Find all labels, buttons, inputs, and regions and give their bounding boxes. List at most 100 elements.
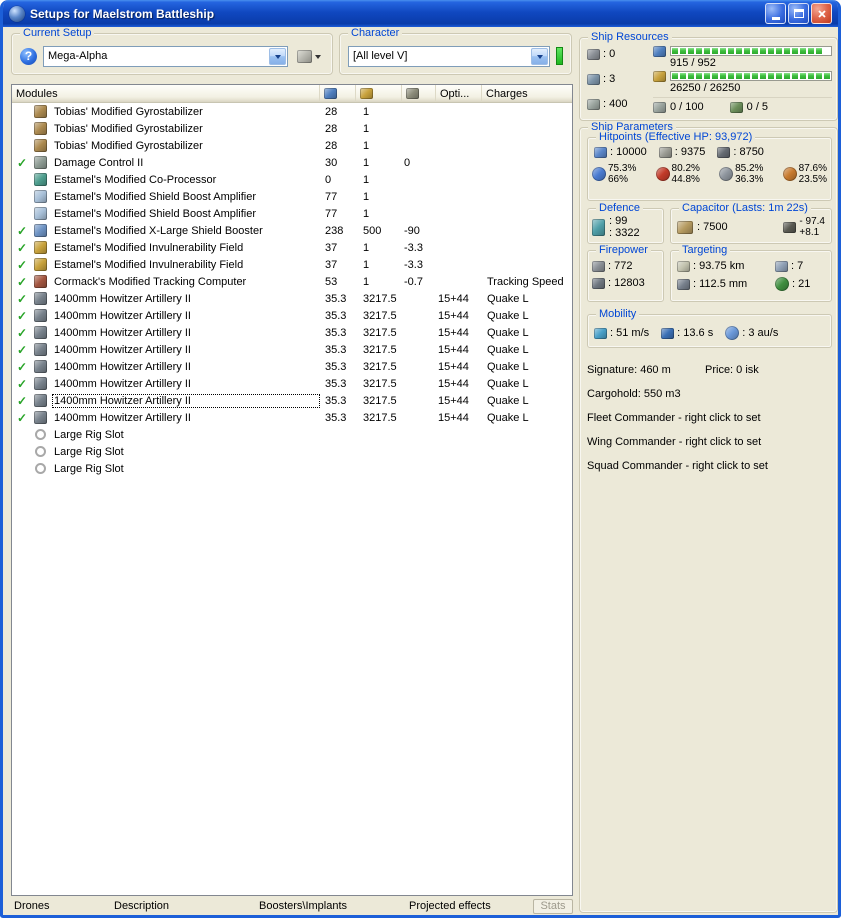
em-resist-group: 75.3% 66%: [592, 163, 636, 185]
charges-value: Quake L: [487, 360, 529, 373]
table-row[interactable]: Estamel's Modified Shield Boost Amplifie…: [12, 188, 572, 205]
table-row[interactable]: 1400mm Howitzer Artillery II 35.3 3217.5 15…: [12, 324, 572, 341]
module-name: Estamel's Modified Shield Boost Amplifie…: [54, 190, 257, 203]
tab-boosters-implants[interactable]: Boosters\Implants: [256, 900, 406, 912]
cpu-value: 0: [325, 173, 332, 186]
squad-commander-text[interactable]: Squad Commander - right click to set: [587, 454, 833, 478]
module-name: Estamel's Modified Invulnerability Field: [54, 241, 244, 254]
table-row[interactable]: Estamel's Modified Shield Boost Amplifie…: [12, 205, 572, 222]
maximize-button[interactable]: [788, 3, 809, 24]
help-icon[interactable]: [20, 47, 37, 65]
optimal-column-header[interactable]: Opti...: [436, 85, 482, 102]
kinetic-shield-resist: 85.2%: [735, 163, 764, 174]
table-row[interactable]: 1400mm Howitzer Artillery II 35.3 3217.5 15…: [12, 358, 572, 375]
table-row[interactable]: 1400mm Howitzer Artillery II 35.3 3217.5 15…: [12, 290, 572, 307]
pg-value: 1: [363, 105, 370, 118]
capacitor-delta-icon: [783, 221, 797, 233]
table-row[interactable]: Damage Control II 30 1 0: [12, 154, 572, 171]
table-row[interactable]: 1400mm Howitzer Artillery II 35.3 3217.5 15…: [12, 307, 572, 324]
artillery-icon: [34, 360, 47, 373]
fleet-commander-text[interactable]: Fleet Commander - right click to set: [587, 406, 833, 430]
setup-tools-button[interactable]: [294, 48, 324, 65]
pg-value: 1: [363, 156, 370, 169]
minimize-button[interactable]: [765, 3, 786, 24]
setup-combobox[interactable]: Mega-Alpha: [43, 45, 288, 67]
capacitor-column-header[interactable]: [402, 85, 436, 102]
character-label: Character: [348, 27, 403, 39]
tab-drones[interactable]: Drones: [11, 900, 111, 912]
active-check-icon: [12, 156, 32, 170]
table-row[interactable]: Large Rig Slot: [12, 443, 572, 460]
pg-value: 1: [363, 139, 370, 152]
calibration-usage-icon: [653, 101, 666, 113]
powergrid-bar-col: 26250 / 26250: [670, 71, 832, 96]
table-row[interactable]: Large Rig Slot: [12, 426, 572, 443]
cpu-value: 35.3: [325, 394, 347, 407]
targeting-group: Targeting 93.75 km 7 112.5 mm 21: [670, 244, 832, 302]
modules-column-header[interactable]: Modules: [12, 85, 320, 102]
module-name: Estamel's Modified Shield Boost Amplifie…: [54, 207, 257, 220]
capacitor-label: Capacitor (Lasts: 1m 22s): [679, 202, 811, 214]
opti-value: 15+44: [438, 309, 469, 322]
cpu-bar-col: 915 / 952: [670, 46, 832, 71]
max-targets-icon: [775, 260, 788, 272]
table-row[interactable]: Large Rig Slot: [12, 460, 572, 477]
align-time: 13.6 s: [661, 327, 713, 339]
module-name: 1400mm Howitzer Artillery II: [54, 292, 191, 305]
resource-bars-column: 915 / 952 26250 / 26250 0 / 100 0 / 5: [653, 46, 832, 116]
table-row[interactable]: Estamel's Modified X-Large Shield Booste…: [12, 222, 572, 239]
structure-icon: [717, 146, 731, 158]
module-name: Large Rig Slot: [54, 445, 124, 458]
table-row[interactable]: 1400mm Howitzer Artillery II 35.3 3217.5 15…: [12, 392, 572, 409]
sensor-strength-icon: [775, 277, 789, 291]
scan-resolution-value: 112.5 mm: [693, 278, 747, 290]
max-velocity-value: 51 m/s: [610, 327, 649, 339]
capacitor-delta: - 97.4 +8.1: [783, 216, 825, 238]
cpu-value: 35.3: [325, 377, 347, 390]
tab-projected-effects[interactable]: Projected effects: [406, 900, 533, 912]
rig-slot-icon: [35, 463, 46, 474]
bottom-tabbar: Drones Description Boosters\Implants Pro…: [11, 898, 573, 914]
module-name: 1400mm Howitzer Artillery II: [54, 343, 191, 356]
volley: 12803: [592, 277, 659, 289]
table-row[interactable]: Estamel's Modified Invulnerability Field…: [12, 256, 572, 273]
stats-button[interactable]: Stats: [533, 898, 573, 914]
shield-icon: [594, 146, 607, 158]
titlebar[interactable]: Setups for Maelstrom Battleship: [3, 0, 838, 27]
active-check-icon: [12, 241, 32, 255]
table-row[interactable]: Cormack's Modified Tracking Computer 53 1 -…: [12, 273, 572, 290]
table-row[interactable]: Estamel's Modified Co-Processor 0 1: [12, 171, 572, 188]
dps: 772: [592, 260, 659, 272]
table-row[interactable]: 1400mm Howitzer Artillery II 35.3 3217.5 15…: [12, 409, 572, 426]
table-row[interactable]: Tobias' Modified Gyrostabilizer 28 1: [12, 120, 572, 137]
thermal-armor-resist: 44.8%: [671, 174, 700, 185]
powergrid-usage-text: 26250 / 26250: [670, 82, 741, 94]
module-name: Tobias' Modified Gyrostabilizer: [54, 122, 203, 135]
module-name: 1400mm Howitzer Artillery II: [54, 326, 191, 339]
character-dropdown-button[interactable]: [531, 47, 548, 65]
active-check-icon: [12, 275, 32, 289]
character-combobox[interactable]: [All level V]: [348, 45, 550, 67]
powergrid-column-header[interactable]: [356, 85, 402, 102]
wing-commander-text[interactable]: Wing Commander - right click to set: [587, 430, 833, 454]
table-row[interactable]: Tobias' Modified Gyrostabilizer 28 1: [12, 137, 572, 154]
active-check-icon: [12, 411, 32, 425]
table-row[interactable]: 1400mm Howitzer Artillery II 35.3 3217.5 15…: [12, 341, 572, 358]
scan-resolution-icon: [677, 278, 690, 290]
table-row[interactable]: 1400mm Howitzer Artillery II 35.3 3217.5 15…: [12, 375, 572, 392]
setup-dropdown-button[interactable]: [269, 47, 286, 65]
charges-column-header[interactable]: Charges: [482, 85, 572, 102]
tab-description[interactable]: Description: [111, 900, 256, 912]
window-controls: [765, 3, 832, 24]
table-row[interactable]: Tobias' Modified Gyrostabilizer 28 1: [12, 103, 572, 120]
opti-value: 15+44: [438, 343, 469, 356]
explosive-armor-resist: 23.5%: [798, 174, 827, 185]
close-button[interactable]: [811, 3, 832, 24]
cpu-column-header[interactable]: [320, 85, 356, 102]
table-row[interactable]: Estamel's Modified Invulnerability Field…: [12, 239, 572, 256]
capacitor-icon: [406, 88, 419, 99]
turret-hardpoints-icon: [587, 48, 600, 60]
volley-value: 12803: [608, 277, 645, 289]
charges-value: Quake L: [487, 309, 529, 322]
defence-icon: [592, 218, 605, 236]
